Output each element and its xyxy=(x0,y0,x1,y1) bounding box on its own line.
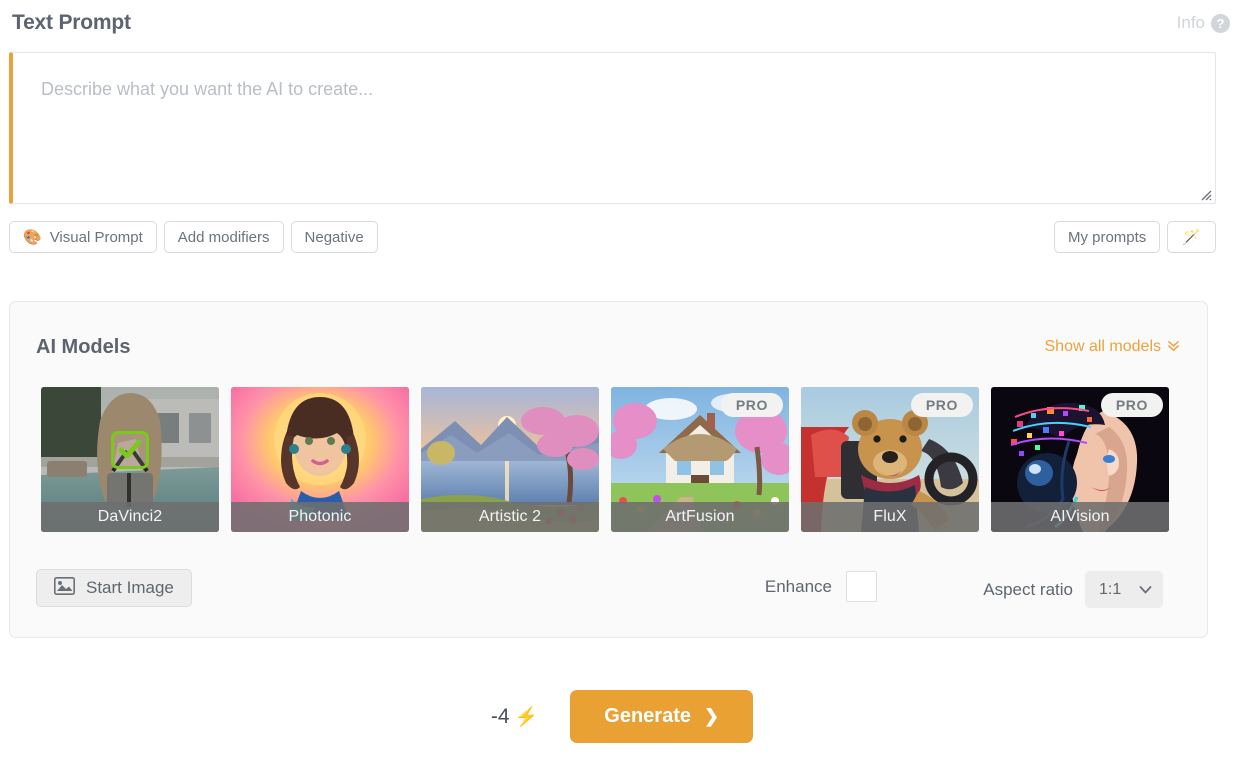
ai-models-header: AI Models Show all models xyxy=(10,302,1207,378)
question-circle-icon[interactable]: ? xyxy=(1211,13,1230,33)
show-all-models-label: Show all models xyxy=(1044,338,1162,355)
aspect-ratio-group: Aspect ratio 1:1 xyxy=(983,571,1163,608)
visual-prompt-button[interactable]: 🎨 Visual Prompt xyxy=(9,221,157,253)
model-card-flux[interactable]: PRO FluX xyxy=(801,387,979,532)
my-prompts-button[interactable]: My prompts xyxy=(1053,221,1161,253)
prompt-tools-left: 🎨 Visual Prompt Add modifiers Negative xyxy=(9,221,378,253)
enhance-checkbox[interactable] xyxy=(846,571,877,602)
lightning-bolt-icon: ⚡ xyxy=(514,706,539,728)
model-name: Artistic 2 xyxy=(421,502,599,532)
model-card-artfusion[interactable]: PRO ArtFusion xyxy=(611,387,789,532)
model-name: ArtFusion xyxy=(611,502,789,532)
credits-cost: -4 ⚡ xyxy=(491,705,538,729)
model-card-artistic-2[interactable]: Artistic 2 xyxy=(421,387,599,532)
info-label: Info xyxy=(1176,13,1205,32)
generate-button[interactable]: Generate ❯ xyxy=(570,690,754,743)
model-card-davinci2[interactable]: DaVinci2 xyxy=(41,387,219,532)
model-card-photonic[interactable]: Photonic xyxy=(231,387,409,532)
start-image-label: Start Image xyxy=(86,578,174,597)
negative-button[interactable]: Negative xyxy=(290,221,378,253)
pro-badge: PRO xyxy=(720,393,783,417)
prompt-tools-right: My prompts 🪄 xyxy=(1053,221,1216,253)
image-icon xyxy=(54,576,75,600)
show-all-models-link[interactable]: Show all models xyxy=(1045,324,1182,356)
prompt-textarea-wrapper xyxy=(9,52,1216,204)
ai-models-panel: AI Models Show all models DaVinci2 Photo… xyxy=(9,301,1208,638)
aspect-ratio-select[interactable]: 1:1 xyxy=(1085,571,1163,608)
ai-models-title: AI Models xyxy=(36,335,131,358)
chevron-double-down-icon xyxy=(1166,338,1181,356)
credits-value: -4 xyxy=(490,704,510,728)
palette-icon: 🎨 xyxy=(23,228,42,246)
start-image-button[interactable]: Start Image xyxy=(36,569,192,607)
enhance-group: Enhance xyxy=(765,571,877,602)
generate-label: Generate xyxy=(604,705,691,727)
generate-row: -4 ⚡ Generate ❯ xyxy=(0,690,1244,743)
info-link[interactable]: Info ? xyxy=(1177,13,1230,33)
visual-prompt-label: Visual Prompt xyxy=(49,228,143,246)
add-modifiers-label: Add modifiers xyxy=(177,228,270,246)
model-grid: DaVinci2 Photonic Artistic 2 PRO ArtFusi… xyxy=(41,387,1169,532)
chevron-right-icon: ❯ xyxy=(703,706,720,726)
resize-grip-icon[interactable] xyxy=(1199,188,1212,201)
model-name: DaVinci2 xyxy=(41,502,219,532)
model-options-row: Start Image Enhance Aspect ratio 1:1 xyxy=(10,547,1207,637)
pro-badge: PRO xyxy=(910,393,973,417)
prompt-input[interactable] xyxy=(9,52,1216,204)
model-card-aivision[interactable]: PRO AIVision xyxy=(991,387,1169,532)
page-header: Text Prompt Info ? xyxy=(0,0,1244,46)
pro-badge: PRO xyxy=(1100,393,1163,417)
model-name: AIVision xyxy=(991,502,1169,532)
aspect-ratio-select-wrapper: 1:1 xyxy=(1085,571,1163,608)
my-prompts-label: My prompts xyxy=(1067,228,1147,246)
model-name: Photonic xyxy=(231,502,409,532)
magic-wand-button[interactable]: 🪄 xyxy=(1167,221,1216,253)
aspect-ratio-label: Aspect ratio xyxy=(983,579,1073,599)
model-name: FluX xyxy=(801,502,979,532)
enhance-label: Enhance xyxy=(764,576,832,596)
negative-label: Negative xyxy=(304,228,364,246)
green-check-icon xyxy=(111,431,149,469)
magic-wand-icon: 🪄 xyxy=(1182,228,1201,246)
page-title: Text Prompt xyxy=(12,11,131,34)
add-modifiers-button[interactable]: Add modifiers xyxy=(163,221,284,253)
ai-image-generator-page: Text Prompt Info ? 🎨 Visual Prompt Add m… xyxy=(0,0,1244,777)
